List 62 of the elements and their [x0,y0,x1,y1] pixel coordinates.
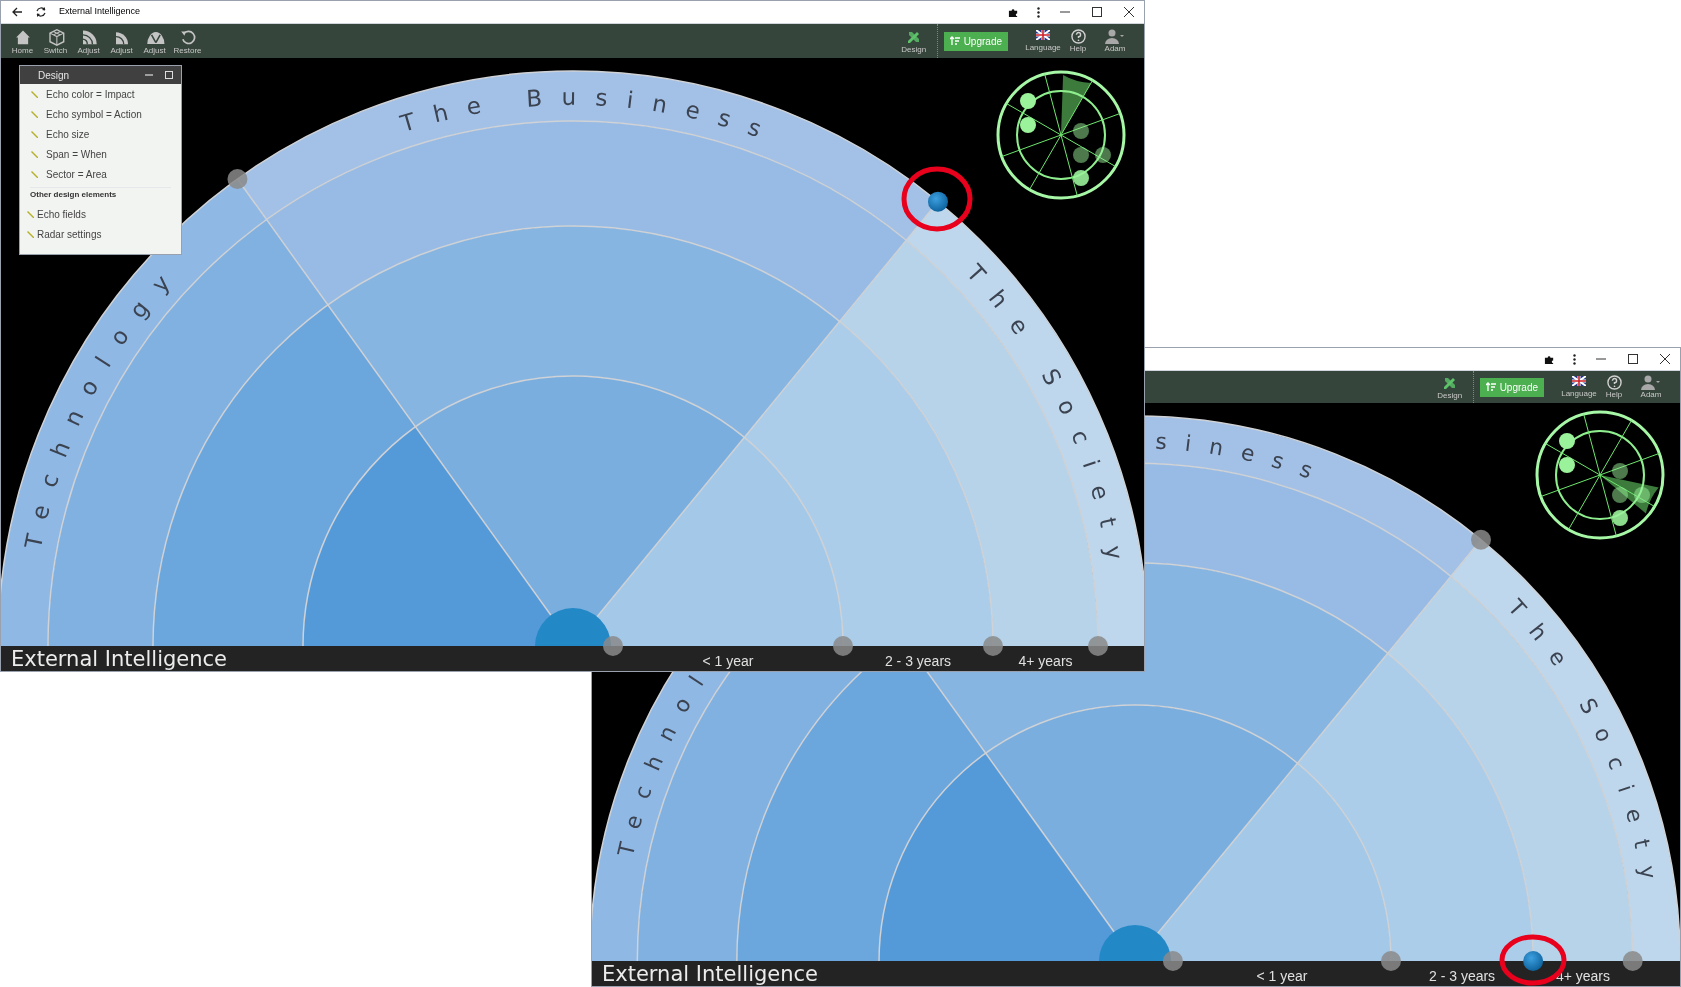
design-option[interactable]: Echo fields [20,204,181,224]
design-button[interactable]: Design [896,28,931,54]
handle-dot[interactable] [1162,951,1183,971]
handle-dot[interactable] [1380,951,1401,971]
help-icon [1070,29,1086,44]
user-menu-button[interactable]: Adam [1100,29,1130,53]
highlight-circle [901,166,973,232]
user-menu-button[interactable]: Adam [1636,375,1666,399]
language-button[interactable]: Language [1026,30,1060,52]
toolbar-button[interactable]: Home [7,27,38,55]
flag-icon [1572,376,1586,386]
more-options-icon[interactable] [1037,6,1040,18]
design-option[interactable]: Radar settings [20,224,181,244]
toolbar-button[interactable]: Switch [40,27,71,55]
design-option[interactable]: Echo symbol = Action [20,104,181,124]
help-button[interactable]: Help [1600,375,1628,399]
window-title: External Intelligence [59,5,141,19]
toolbar-button[interactable]: Restore [172,27,203,55]
more-options-icon[interactable] [1573,353,1576,365]
footer-title: External Intelligence [11,647,227,671]
help-icon [1606,375,1622,390]
toolbar-button[interactable]: Adjust [73,27,104,55]
handle-dot[interactable] [603,636,623,656]
panel-title: Design [38,68,70,83]
flag-icon [1036,30,1050,40]
sort-icon [949,36,960,46]
toolbar-button[interactable]: Adjust [106,27,137,55]
minimize-icon[interactable] [145,71,153,79]
maximize-icon[interactable] [1628,354,1638,364]
handle-dot[interactable] [983,636,1003,656]
toolbar-button[interactable]: Adjust [139,27,170,55]
handle-dot[interactable] [1622,951,1643,971]
puzzle-icon[interactable] [1544,353,1555,365]
refresh-icon[interactable] [35,6,47,18]
user-icon [1105,29,1125,44]
time-span-label: < 1 year [702,652,754,670]
design-option[interactable]: Span = When [20,144,181,164]
design-button[interactable]: Design [1432,374,1467,400]
time-span-label: 2 - 3 years [1429,967,1496,985]
close-icon[interactable] [1124,7,1134,17]
echo-dot[interactable] [927,191,948,212]
puzzle-icon[interactable] [1008,6,1019,18]
sort-icon [1485,382,1496,392]
handle-dot[interactable] [833,636,853,656]
time-span-label: < 1 year [1256,967,1308,985]
language-button[interactable]: Language [1562,376,1596,398]
design-option[interactable]: Sector = Area [20,164,181,184]
handle-dot[interactable] [1088,636,1108,656]
design-option[interactable]: Echo size [20,124,181,144]
footer-title: External Intelligence [602,962,818,986]
section-heading: Other design elements [29,189,118,201]
handle-dot[interactable] [1471,529,1491,550]
echo-dot[interactable] [1523,951,1544,971]
design-option[interactable]: Echo color = Impact [20,84,181,104]
back-arrow-icon[interactable] [11,6,23,18]
close-icon[interactable] [1660,354,1670,364]
time-span-label: 2 - 3 years [884,652,952,670]
time-span-label: 4+ years [1018,652,1073,670]
help-button[interactable]: Help [1064,29,1092,53]
maximize-icon[interactable] [1092,7,1102,17]
user-icon [1641,375,1661,390]
handle-dot[interactable] [227,169,248,190]
